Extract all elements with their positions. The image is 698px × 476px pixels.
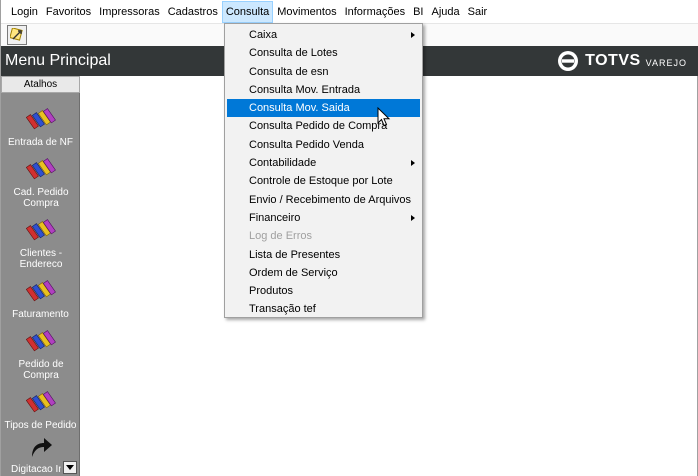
menu-cadastros[interactable]: Cadastros bbox=[164, 1, 222, 23]
brand-name: TOTVS bbox=[585, 52, 641, 69]
shortcut-label: Pedido de Compra bbox=[18, 359, 64, 381]
shortcut-pedido-compra[interactable]: Pedido de Compra bbox=[1, 327, 80, 381]
menu-item-transacao-tef[interactable]: Transação tef bbox=[227, 300, 420, 318]
menu-item-consulta-pedido-venda[interactable]: Consulta Pedido Venda bbox=[227, 136, 420, 154]
menu-item-consulta-pedido-compra[interactable]: Consulta Pedido de Compra bbox=[227, 117, 420, 135]
menu-item-produtos[interactable]: Produtos bbox=[227, 282, 420, 300]
chevron-down-icon bbox=[66, 465, 74, 470]
shortcut-clientes-endereco[interactable]: Clientes - Endereco bbox=[1, 216, 80, 270]
shortcuts-sidebar: Atalhos Entrada de NF Cad. Pedido Compra bbox=[1, 76, 80, 476]
shortcut-label: Tipos de Pedido bbox=[4, 420, 77, 431]
page-title: Menu Principal bbox=[5, 52, 111, 69]
wrench-icon bbox=[10, 28, 23, 41]
menu-item-consulta-mov-saida[interactable]: Consulta Mov. Saida bbox=[227, 99, 420, 118]
menu-item-contabilidade[interactable]: Contabilidade bbox=[227, 154, 420, 172]
shortcut-faturamento[interactable]: Faturamento bbox=[1, 277, 80, 320]
menu-item-label: Envio / Recebimento de Arquivos bbox=[249, 193, 412, 206]
menu-sair[interactable]: Sair bbox=[464, 1, 492, 23]
consulta-dropdown-menu: Caixa Consulta de Lotes Consulta de esn … bbox=[224, 23, 423, 318]
menu-impressoras[interactable]: Impressoras bbox=[95, 1, 164, 23]
submenu-arrow-icon bbox=[411, 32, 415, 38]
shortcut-label: Entrada de NF bbox=[7, 137, 74, 148]
crayons-icon bbox=[25, 158, 56, 180]
menu-item-envio-recebimento-arquivos[interactable]: Envio / Recebimento de Arquivos bbox=[227, 191, 420, 209]
menu-item-consulta-mov-entrada[interactable]: Consulta Mov. Entrada bbox=[227, 81, 420, 99]
menu-login[interactable]: Login bbox=[7, 1, 42, 23]
shortcut-cad-pedido-compra[interactable]: Cad. Pedido Compra bbox=[1, 155, 80, 209]
menu-item-label: Produtos bbox=[249, 285, 294, 298]
menu-movimentos[interactable]: Movimentos bbox=[273, 1, 340, 23]
menu-item-label: Consulta de esn bbox=[249, 65, 329, 78]
menu-item-label: Log de Erros bbox=[249, 230, 312, 243]
arrow-icon bbox=[31, 438, 52, 457]
crayons-icon bbox=[25, 219, 56, 241]
menu-item-financeiro[interactable]: Financeiro bbox=[227, 209, 420, 227]
toolbar-tool-button[interactable] bbox=[7, 25, 27, 45]
brand-sub: VAREJO bbox=[645, 57, 687, 68]
menu-item-caixa[interactable]: Caixa bbox=[227, 26, 420, 44]
submenu-arrow-icon bbox=[411, 214, 415, 221]
menu-favoritos[interactable]: Favoritos bbox=[42, 1, 95, 23]
menu-bi[interactable]: BI bbox=[409, 1, 427, 23]
menu-item-label: Caixa bbox=[249, 29, 278, 41]
crayons-icon bbox=[25, 391, 56, 413]
crayons-icon bbox=[25, 330, 56, 352]
shortcut-entrada-nf[interactable]: Entrada de NF bbox=[1, 105, 80, 148]
menu-item-label: Consulta de Lotes bbox=[249, 47, 338, 60]
shortcut-label: Faturamento bbox=[12, 309, 69, 320]
menu-item-label: Consulta Pedido Venda bbox=[249, 138, 364, 151]
menu-item-label: Contabilidade bbox=[249, 157, 317, 170]
menu-item-label: Consulta Mov. Entrada bbox=[249, 83, 361, 96]
menu-ajuda[interactable]: Ajuda bbox=[428, 1, 464, 23]
submenu-arrow-icon bbox=[411, 160, 415, 167]
menu-item-controle-estoque-lote[interactable]: Controle de Estoque por Lote bbox=[227, 172, 420, 190]
menu-item-label: Ordem de Serviço bbox=[249, 266, 338, 279]
crayons-icon bbox=[25, 280, 56, 302]
menu-item-label: Transação tef bbox=[249, 303, 316, 316]
shortcut-tipos-pedido[interactable]: Tipos de Pedido bbox=[1, 388, 80, 431]
menu-item-label: Lista de Presentes bbox=[249, 248, 341, 261]
menu-item-consulta-esn[interactable]: Consulta de esn bbox=[227, 63, 420, 81]
totvs-logo-icon bbox=[558, 51, 579, 71]
menu-item-consulta-lotes[interactable]: Consulta de Lotes bbox=[227, 44, 420, 62]
brand-logo: TOTVS VAREJO bbox=[557, 51, 687, 71]
menu-item-lista-presentes[interactable]: Lista de Presentes bbox=[227, 246, 420, 264]
menu-item-label: Controle de Estoque por Lote bbox=[249, 175, 393, 188]
menu-item-label: Financeiro bbox=[249, 211, 301, 224]
shortcut-label: Clientes - Endereco bbox=[19, 248, 63, 270]
sidebar-scroll-down-button[interactable] bbox=[63, 461, 77, 474]
menu-informacoes[interactable]: Informações bbox=[341, 1, 410, 23]
menu-consulta[interactable]: Consulta bbox=[221, 0, 274, 23]
menubar: Login Favoritos Impressoras Cadastros Co… bbox=[1, 0, 698, 24]
crayons-icon bbox=[25, 108, 56, 130]
mouse-cursor-icon bbox=[377, 107, 391, 127]
main-window: Login Favoritos Impressoras Cadastros Co… bbox=[0, 0, 698, 476]
menu-item-label: Consulta Pedido de Compra bbox=[249, 120, 388, 133]
menu-item-label: Consulta Mov. Saida bbox=[249, 102, 350, 115]
sidebar-header: Atalhos bbox=[1, 76, 80, 93]
menu-item-ordem-servico[interactable]: Ordem de Serviço bbox=[227, 264, 420, 282]
shortcut-label: Cad. Pedido Compra bbox=[13, 187, 69, 209]
menu-item-log-erros: Log de Erros bbox=[227, 227, 420, 245]
shortcut-label: Digitacao In bbox=[11, 464, 61, 475]
